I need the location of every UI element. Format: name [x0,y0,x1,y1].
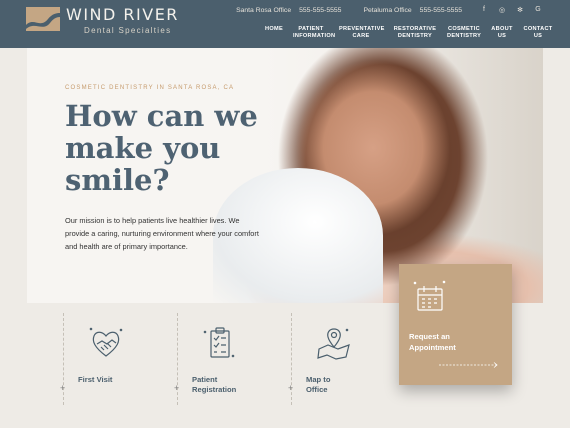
petaluma-phone-link[interactable]: 555-555-5555 [420,7,462,14]
mission-statement: Our mission is to help patients live hea… [65,216,259,251]
arrow-right-icon [439,362,498,368]
plus-icon: + [60,383,66,393]
map-pin-icon [317,328,350,360]
santa-rosa-phone-link[interactable]: 555-555-5555 [299,7,341,14]
logo[interactable]: WIND RIVER Dental Specialties [26,6,179,35]
facebook-icon[interactable]: f [480,6,488,14]
calendar-icon [413,280,446,311]
yelp-icon[interactable]: ✻ [516,6,524,14]
handshake-heart-icon [89,327,123,357]
nav-home[interactable]: HOME [265,26,283,33]
brand-name: WIND RIVER [66,5,179,24]
first-visit-card[interactable]: + First Visit [60,313,177,405]
nav-restorative-dentistry[interactable]: RESTORATIVE DENTISTRY [393,26,437,40]
clipboard-checklist-icon [203,327,235,358]
first-visit-label: First Visit [78,375,113,384]
nav-contact-us[interactable]: CONTACT US [523,26,553,40]
hero-headline: How can we make you smile? [65,99,258,197]
patient-registration-card[interactable]: + Patient Registration [174,313,291,405]
main-nav: HOME PATIENT INFORMATION PREVENTATIVE CA… [265,26,553,40]
google-icon[interactable]: G [534,6,542,14]
nav-patient-information[interactable]: PATIENT INFORMATION [293,26,335,40]
nav-about-us[interactable]: ABOUT US [491,26,513,40]
map-to-office-card[interactable]: + Map to Office [288,313,405,405]
wind-river-logo-icon [26,7,60,31]
petaluma-office-label: Petaluma Office [363,6,412,14]
request-appointment-label: Request an Appointment [409,332,456,352]
nav-preventative-care[interactable]: PREVENTATIVE CARE [339,26,384,40]
instagram-icon[interactable]: ◎ [498,6,506,14]
plus-icon: + [288,383,294,393]
site-header: WIND RIVER Dental Specialties Santa Rosa… [0,0,570,48]
nav-cosmetic-dentistry[interactable]: COSMETIC DENTISTRY [447,26,481,40]
social-links: f ◎ ✻ G [480,6,542,14]
brand-tagline: Dental Specialties [84,26,172,35]
map-to-office-label: Map to Office [306,375,331,394]
santa-rosa-office-label: Santa Rosa Office [236,6,292,14]
request-appointment-card[interactable]: Request an Appointment [399,264,512,385]
office-phones: Santa Rosa Office 555-555-5555 Petaluma … [236,6,542,14]
patient-registration-label: Patient Registration [192,375,237,394]
quick-links: + First Visit + Patient Registration + M… [27,303,407,413]
plus-icon: + [174,383,180,393]
hero-eyebrow: COSMETIC DENTISTRY IN SANTA ROSA, CA [65,85,235,91]
